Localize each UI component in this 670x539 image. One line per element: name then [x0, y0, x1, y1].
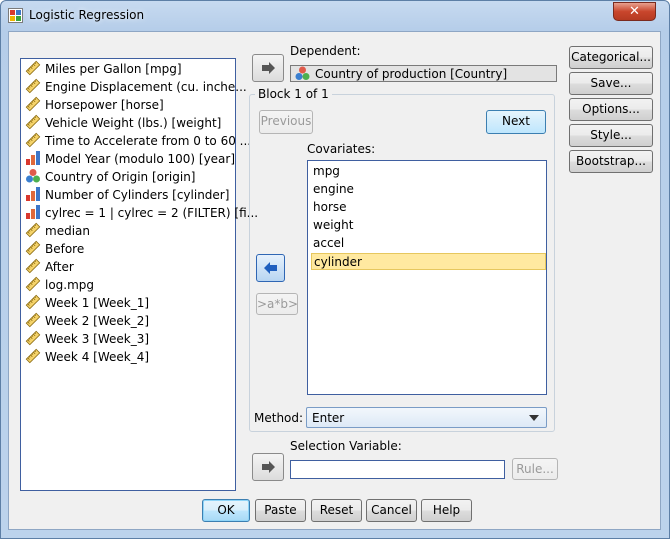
- options-button[interactable]: Options...: [569, 98, 653, 121]
- app-icon: [8, 8, 23, 23]
- dependent-value: Country of production [Country]: [315, 67, 508, 81]
- move-to-covariates-button[interactable]: [256, 254, 285, 282]
- dialog-window: Logistic Regression ✕ Miles per Gallon […: [0, 0, 670, 539]
- variable-label: Number of Cylinders [cylinder]: [45, 188, 230, 202]
- variable-label: median: [45, 224, 90, 238]
- bootstrap-button[interactable]: Bootstrap...: [569, 150, 653, 173]
- variable-list-item[interactable]: Model Year (modulo 100) [year]: [25, 150, 235, 168]
- ok-button[interactable]: OK: [202, 499, 250, 522]
- scale-icon: [25, 132, 41, 148]
- scale-icon: [25, 60, 41, 76]
- covariates-list[interactable]: mpg engine horse weight accel cylinder: [307, 160, 547, 395]
- move-to-dependent-button[interactable]: [252, 54, 284, 82]
- variable-list-item[interactable]: Vehicle Weight (lbs.) [weight]: [25, 114, 221, 132]
- dialog-body: Miles per Gallon [mpg] Engine Displacemen…: [8, 31, 661, 530]
- variable-label: Week 3 [Week_3]: [45, 332, 150, 346]
- style-button[interactable]: Style...: [569, 124, 653, 147]
- scale-icon: [25, 78, 41, 94]
- variable-label: Week 1 [Week_1]: [45, 296, 150, 310]
- scale-icon: [25, 114, 41, 130]
- variable-list-item[interactable]: Week 1 [Week_1]: [25, 294, 149, 312]
- nominal-icon: [26, 169, 40, 183]
- close-icon: ✕: [629, 4, 640, 19]
- variable-list-item[interactable]: log.mpg: [25, 276, 94, 294]
- variable-list-item[interactable]: Before: [25, 240, 84, 258]
- variable-list[interactable]: Miles per Gallon [mpg] Engine Displacemen…: [20, 58, 258, 491]
- covariates-label: Covariates:: [307, 142, 376, 156]
- variable-list-item[interactable]: cylrec = 1 | cylrec = 2 (FILTER) [fi...: [25, 204, 258, 222]
- variable-list-item[interactable]: Miles per Gallon [mpg]: [25, 60, 182, 78]
- dependent-label: Dependent:: [290, 44, 361, 58]
- window-title: Logistic Regression: [29, 8, 145, 22]
- help-button[interactable]: Help: [421, 499, 472, 522]
- method-select[interactable]: Enter: [306, 407, 547, 428]
- covariate-item[interactable]: horse: [311, 199, 546, 216]
- close-button[interactable]: ✕: [613, 2, 656, 21]
- variable-label: Week 4 [Week_4]: [45, 350, 150, 364]
- variable-label: Before: [45, 242, 85, 256]
- variable-list-item[interactable]: Engine Displacement (cu. inche...: [25, 78, 247, 96]
- rule-button[interactable]: Rule...: [512, 458, 558, 480]
- scale-icon: [25, 96, 41, 112]
- scale-icon: [25, 240, 41, 256]
- variable-list-item[interactable]: median: [25, 222, 90, 240]
- variable-label: Engine Displacement (cu. inche...: [45, 80, 247, 94]
- scale-icon: [25, 330, 41, 346]
- method-value: Enter: [312, 411, 345, 425]
- block-title: Block 1 of 1: [255, 87, 332, 101]
- variable-label: Miles per Gallon [mpg]: [45, 62, 182, 76]
- variable-list-item[interactable]: Country of Origin [origin]: [25, 168, 195, 186]
- variable-list-item[interactable]: Time to Accelerate from 0 to 60 ...: [25, 132, 251, 150]
- covariate-item[interactable]: mpg: [311, 163, 546, 180]
- variable-list-item[interactable]: Week 4 [Week_4]: [25, 348, 149, 366]
- save-button[interactable]: Save...: [569, 72, 653, 95]
- scale-icon: [25, 348, 41, 364]
- variable-label: After: [45, 260, 74, 274]
- nominal-icon: [295, 66, 310, 80]
- scale-icon: [25, 258, 41, 274]
- covariate-item[interactable]: weight: [311, 217, 546, 234]
- selection-variable-label: Selection Variable:: [290, 439, 402, 453]
- variable-label: Horsepower [horse]: [45, 98, 164, 112]
- previous-button[interactable]: Previous: [259, 110, 313, 134]
- selection-variable-input[interactable]: [290, 460, 505, 479]
- variable-label: Time to Accelerate from 0 to 60 ...: [45, 134, 252, 148]
- method-label: Method:: [254, 411, 304, 425]
- variable-label: Week 2 [Week_2]: [45, 314, 150, 328]
- covariate-item[interactable]: accel: [311, 235, 546, 252]
- variable-list-item[interactable]: Week 3 [Week_3]: [25, 330, 149, 348]
- interaction-button[interactable]: >a*b>: [256, 293, 298, 315]
- paste-button[interactable]: Paste: [255, 499, 306, 522]
- categorical-button[interactable]: Categorical...: [569, 46, 653, 69]
- variable-list-item[interactable]: Horsepower [horse]: [25, 96, 164, 114]
- covariate-item[interactable]: engine: [311, 181, 546, 198]
- variable-label: cylrec = 1 | cylrec = 2 (FILTER) [fi...: [45, 206, 259, 220]
- left-arrow-icon: [263, 262, 277, 274]
- ordinal-icon: [26, 205, 40, 219]
- ordinal-icon: [26, 187, 40, 201]
- reset-button[interactable]: Reset: [311, 499, 362, 522]
- variable-label: Vehicle Weight (lbs.) [weight]: [45, 116, 222, 130]
- variable-list-item[interactable]: Week 2 [Week_2]: [25, 312, 149, 330]
- right-arrow-icon: [262, 62, 275, 74]
- ordinal-icon: [26, 151, 40, 165]
- scale-icon: [25, 312, 41, 328]
- variable-label: Country of Origin [origin]: [45, 170, 196, 184]
- cancel-button[interactable]: Cancel: [366, 499, 417, 522]
- dependent-field[interactable]: Country of production [Country]: [290, 65, 557, 82]
- chevron-down-icon: [529, 415, 539, 421]
- variable-list-item[interactable]: Number of Cylinders [cylinder]: [25, 186, 229, 204]
- scale-icon: [25, 222, 41, 238]
- scale-icon: [25, 276, 41, 292]
- title-bar[interactable]: Logistic Regression ✕: [1, 1, 669, 31]
- right-arrow-icon: [262, 461, 275, 473]
- move-to-selection-button[interactable]: [252, 453, 284, 481]
- variable-label: log.mpg: [45, 278, 95, 292]
- scale-icon: [25, 294, 41, 310]
- variable-label: Model Year (modulo 100) [year]: [45, 152, 236, 166]
- next-button[interactable]: Next: [486, 110, 546, 134]
- variable-list-item[interactable]: After: [25, 258, 74, 276]
- covariate-item[interactable]: cylinder: [311, 253, 546, 270]
